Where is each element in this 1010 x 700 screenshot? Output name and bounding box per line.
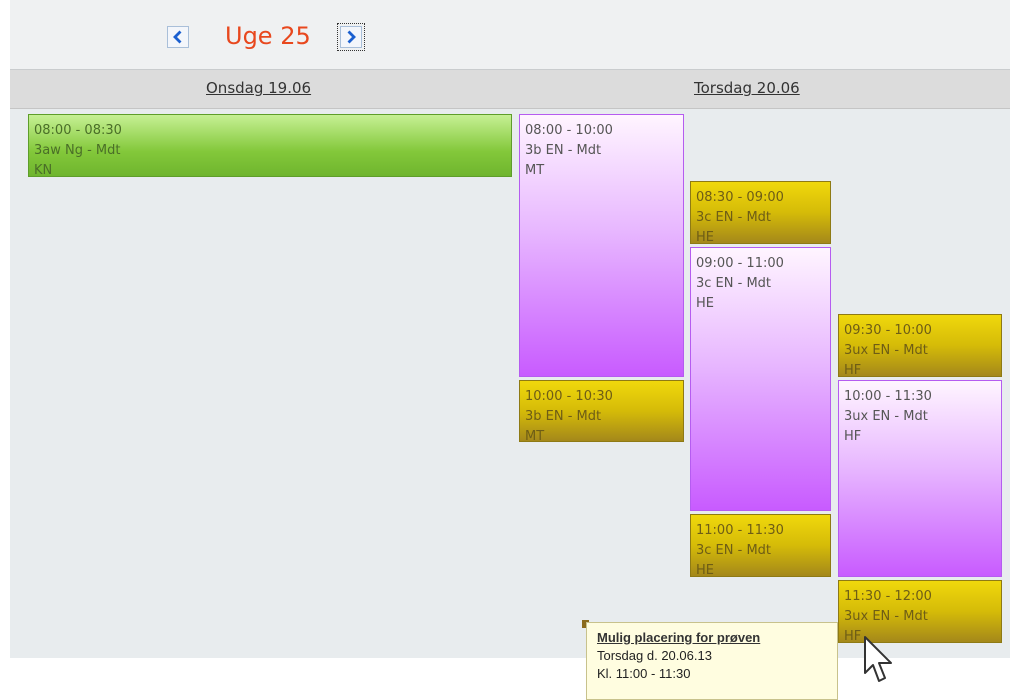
event-block[interactable]: 09:30 - 10:00 3ux EN - Mdt HF <box>838 314 1002 377</box>
chevron-left-icon <box>173 30 182 44</box>
event-time: 08:30 - 09:00 <box>696 190 784 205</box>
event-teacher: HE <box>696 296 714 311</box>
previous-week-button[interactable] <box>167 26 189 48</box>
event-teacher: HE <box>696 230 714 244</box>
next-week-button[interactable] <box>337 23 365 51</box>
event-block[interactable]: 09:00 - 11:00 3c EN - Mdt HE <box>690 247 831 511</box>
event-class: 3aw Ng - Mdt <box>34 143 121 158</box>
event-block[interactable]: 08:00 - 08:30 3aw Ng - Mdt KN <box>28 114 512 177</box>
day-header-row: Onsdag 19.06 Torsdag 20.06 <box>10 70 1010 109</box>
tooltip-date: Torsdag d. 20.06.13 <box>597 648 712 663</box>
event-time: 09:30 - 10:00 <box>844 323 932 338</box>
event-teacher: MT <box>525 429 545 442</box>
event-class: 3b EN - Mdt <box>525 409 602 424</box>
event-class: 3ux EN - Mdt <box>844 609 928 624</box>
event-teacher: MT <box>525 163 545 178</box>
event-class: 3c EN - Mdt <box>696 276 772 291</box>
tooltip-time: Kl. 11:00 - 11:30 <box>597 666 691 681</box>
calendar-app: Uge 25 Onsdag 19.06 Torsdag 20.06 08:00 … <box>10 0 1010 658</box>
event-teacher: HF <box>844 429 862 444</box>
event-class: 3ux EN - Mdt <box>844 343 928 358</box>
day-header-wednesday[interactable]: Onsdag 19.06 <box>206 79 311 97</box>
event-class: 3b EN - Mdt <box>525 143 602 158</box>
event-time: 10:00 - 11:30 <box>844 389 932 404</box>
event-time: 08:00 - 08:30 <box>34 123 122 138</box>
week-navigation-bar: Uge 25 <box>10 0 1010 70</box>
event-block[interactable]: 11:00 - 11:30 3c EN - Mdt HE <box>690 514 831 577</box>
event-block[interactable]: 10:00 - 10:30 3b EN - Mdt MT <box>519 380 684 442</box>
event-time: 11:00 - 11:30 <box>696 523 784 538</box>
placement-tooltip: Mulig placering for prøven Torsdag d. 20… <box>586 622 838 700</box>
tooltip-title: Mulig placering for prøven <box>597 630 761 645</box>
mouse-cursor-icon <box>864 636 892 682</box>
chevron-right-icon <box>347 30 356 44</box>
event-teacher: HE <box>696 563 714 577</box>
event-class: 3c EN - Mdt <box>696 543 772 558</box>
event-block[interactable]: 08:30 - 09:00 3c EN - Mdt HE <box>690 181 831 244</box>
event-time: 08:00 - 10:00 <box>525 123 613 138</box>
event-time: 09:00 - 11:00 <box>696 256 784 271</box>
event-block[interactable]: 10:00 - 11:30 3ux EN - Mdt HF <box>838 380 1002 577</box>
event-time: 10:00 - 10:30 <box>525 389 613 404</box>
event-class: 3ux EN - Mdt <box>844 409 928 424</box>
week-title: Uge 25 <box>225 22 311 50</box>
event-block[interactable]: 08:00 - 10:00 3b EN - Mdt MT <box>519 114 684 377</box>
event-teacher: HF <box>844 363 862 377</box>
event-block[interactable]: 11:30 - 12:00 3ux EN - Mdt HF <box>838 580 1002 643</box>
event-teacher: KN <box>34 163 53 177</box>
day-header-thursday[interactable]: Torsdag 20.06 <box>694 79 800 97</box>
event-class: 3c EN - Mdt <box>696 210 772 225</box>
event-time: 11:30 - 12:00 <box>844 589 932 604</box>
